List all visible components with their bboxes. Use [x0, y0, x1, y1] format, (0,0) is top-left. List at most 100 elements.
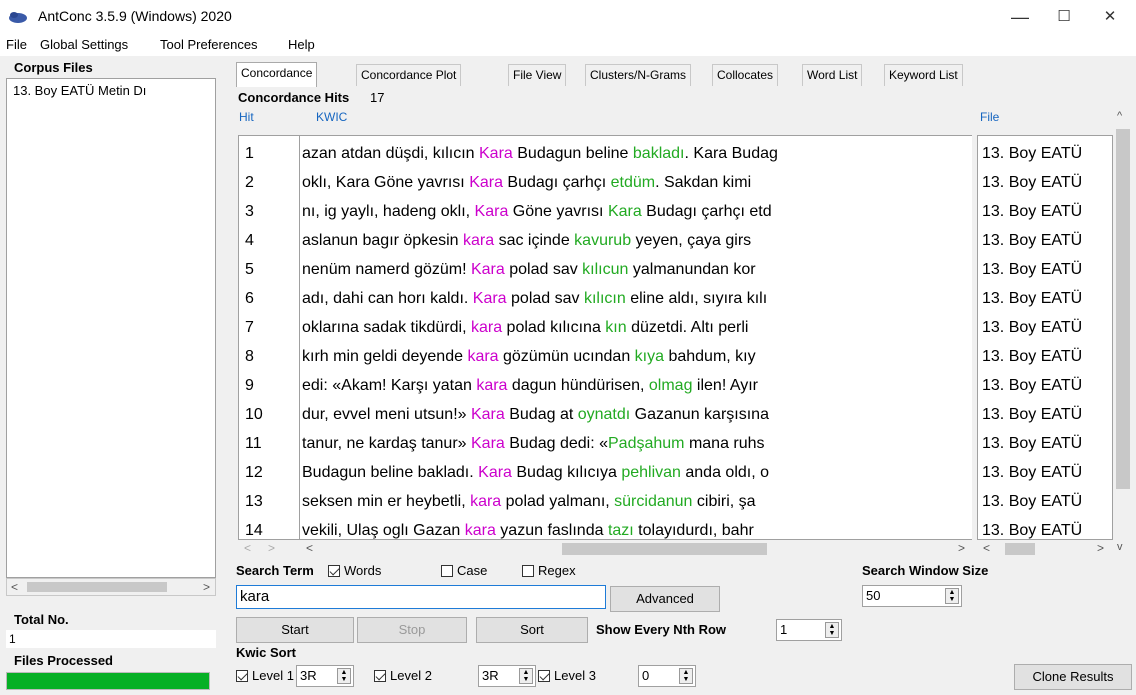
file-name-cell[interactable]: 13. Boy EATÜ — [982, 226, 1082, 255]
hit-number[interactable]: 3 — [245, 197, 254, 226]
tab-word-list[interactable]: Word List — [802, 64, 863, 86]
kwic-keyword[interactable]: kara — [463, 232, 494, 249]
kwic-line[interactable]: oklarına sadak tikdürdi, kara polad kılı… — [302, 313, 970, 342]
scroll-left-icon[interactable]: < — [244, 540, 251, 556]
file-name-cell[interactable]: 13. Boy EATÜ — [982, 255, 1082, 284]
kwic-keyword[interactable]: kara — [471, 319, 502, 336]
hit-column[interactable]: 1 2 3 4 5 6 7 8 9 10 11 12 13 14 — [238, 135, 300, 540]
menu-help[interactable]: Help — [288, 37, 315, 52]
kwic-line[interactable]: oklı, Kara Göne yavrısı Kara Budagı çarh… — [302, 168, 970, 197]
sort-button[interactable]: Sort — [476, 617, 588, 643]
case-checkbox[interactable]: Case — [441, 563, 487, 578]
kwic-keyword[interactable]: Kara — [469, 174, 503, 191]
hit-number[interactable]: 9 — [245, 371, 254, 400]
hit-number[interactable]: 5 — [245, 255, 254, 284]
file-name-cell[interactable]: 13. Boy EATÜ — [982, 313, 1082, 342]
scroll-left-icon[interactable]: < — [983, 540, 990, 556]
checkbox-icon[interactable] — [522, 565, 534, 577]
hit-number[interactable]: 1 — [245, 139, 254, 168]
scroll-thumb[interactable] — [27, 582, 167, 592]
level2-checkbox[interactable]: Level 2 — [374, 668, 432, 683]
scroll-left-icon[interactable]: < — [306, 540, 313, 556]
kwic-line[interactable]: aslanun bagır öpkesin kara sac içinde ka… — [302, 226, 970, 255]
kwic-line[interactable]: tanur, ne kardaş tanur» Kara Budag dedi:… — [302, 429, 970, 458]
corpus-file-item[interactable]: 13. Boy EATÜ Metin Dı — [13, 83, 146, 98]
kwic-line[interactable]: nenüm namerd gözüm! Kara polad sav kılıc… — [302, 255, 970, 284]
menu-global-settings[interactable]: Global Settings — [40, 37, 128, 52]
maximize-button[interactable]: ☐ — [1044, 4, 1084, 30]
tab-file-view[interactable]: File View — [508, 64, 567, 86]
results-vscrollbar[interactable] — [1113, 124, 1133, 554]
kwic-line[interactable]: azan atdan düşdi, kılıcın Kara Budagun b… — [302, 139, 970, 168]
file-name-cell[interactable]: 13. Boy EATÜ — [982, 371, 1082, 400]
hit-number[interactable]: 13 — [245, 487, 263, 516]
file-name-cell[interactable]: 13. Boy EATÜ — [982, 139, 1082, 168]
scroll-up-icon[interactable]: ^ — [1117, 110, 1122, 122]
stop-button[interactable]: Stop — [357, 617, 467, 643]
file-name-cell[interactable]: 13. Boy EATÜ — [982, 487, 1082, 516]
minimize-button[interactable]: — — [1000, 4, 1040, 30]
kwic-line[interactable]: adı, dahi can horı kaldı. Kara polad sav… — [302, 284, 970, 313]
tab-collocates[interactable]: Collocates — [712, 64, 779, 86]
file-name-cell[interactable]: 13. Boy EATÜ — [982, 284, 1082, 313]
search-input[interactable]: kara — [236, 585, 606, 609]
scroll-down-icon[interactable]: v — [1117, 541, 1123, 553]
checkbox-icon[interactable] — [538, 670, 550, 682]
search-window-size-spinner[interactable]: 50 ▲ ▼ — [862, 585, 962, 607]
file-name-cell[interactable]: 13. Boy EATÜ — [982, 458, 1082, 487]
kwic-line[interactable]: dur, evvel meni utsun!» Kara Budag at oy… — [302, 400, 970, 429]
file-name-cell[interactable]: 13. Boy EATÜ — [982, 342, 1082, 371]
kwic-keyword[interactable]: Kara — [471, 435, 505, 452]
kwic-hscrollbar[interactable]: < > — [300, 540, 972, 557]
kwic-keyword[interactable]: Kara — [471, 261, 505, 278]
corpus-list-hscrollbar[interactable]: < > — [6, 578, 216, 596]
kwic-line[interactable]: kırh min geldi deyende kara gözümün ucın… — [302, 342, 970, 371]
kwic-line[interactable]: edi: «Akam! Karşı yatan kara dagun hündü… — [302, 371, 970, 400]
menu-file[interactable]: File — [6, 37, 27, 52]
vscroll-thumb[interactable] — [1116, 129, 1130, 489]
hit-number[interactable]: 11 — [245, 429, 262, 458]
regex-checkbox[interactable]: Regex — [522, 563, 576, 578]
level1-checkbox[interactable]: Level 1 — [236, 668, 294, 683]
hit-number[interactable]: 14 — [245, 516, 263, 539]
hit-number[interactable]: 6 — [245, 284, 254, 313]
scroll-right-icon[interactable]: > — [268, 540, 275, 556]
clone-results-button[interactable]: Clone Results — [1014, 664, 1132, 690]
hit-number[interactable]: 10 — [245, 400, 263, 429]
hit-number[interactable]: 2 — [245, 168, 254, 197]
kwic-line[interactable]: Budagun beline bakladı. Kara Budag kılıc… — [302, 458, 970, 487]
kwic-keyword[interactable]: Kara — [473, 290, 507, 307]
scroll-right-icon[interactable]: > — [203, 579, 210, 595]
file-column-header[interactable]: File — [980, 110, 999, 124]
checkbox-icon[interactable] — [328, 565, 340, 577]
tab-concordance[interactable]: Concordance — [236, 62, 318, 87]
spinner-arrows-icon[interactable]: ▲ ▼ — [519, 668, 533, 684]
kwic-keyword[interactable]: kara — [470, 493, 501, 510]
spinner-arrows-icon[interactable]: ▲ ▼ — [825, 622, 839, 638]
file-hscrollbar[interactable]: < > — [977, 540, 1113, 557]
file-column[interactable]: 13. Boy EATÜ 13. Boy EATÜ 13. Boy EATÜ 13. … — [977, 135, 1113, 540]
level2-spinner[interactable]: 3R ▲ ▼ — [478, 665, 536, 687]
file-name-cell[interactable]: 13. Boy EATÜ — [982, 516, 1082, 539]
kwic-keyword[interactable]: kara — [467, 348, 498, 365]
tab-concordance-plot[interactable]: Concordance Plot — [356, 64, 462, 86]
kwic-keyword[interactable]: kara — [476, 377, 507, 394]
spinner-arrows-icon[interactable]: ▲ ▼ — [679, 668, 693, 684]
checkbox-icon[interactable] — [236, 670, 248, 682]
kwic-line[interactable]: seksen min er heybetli, kara polad yalma… — [302, 487, 970, 516]
level3-spinner[interactable]: 0 ▲ ▼ — [638, 665, 696, 687]
nth-row-spinner[interactable]: 1 ▲ ▼ — [776, 619, 842, 641]
spinner-arrows-icon[interactable]: ▲ ▼ — [945, 588, 959, 604]
scroll-right-icon[interactable]: > — [1097, 540, 1104, 556]
file-name-cell[interactable]: 13. Boy EATÜ — [982, 429, 1082, 458]
file-name-cell[interactable]: 13. Boy EATÜ — [982, 168, 1082, 197]
checkbox-icon[interactable] — [374, 670, 386, 682]
scroll-left-icon[interactable]: < — [11, 579, 18, 595]
close-button[interactable]: ✕ — [1090, 4, 1130, 30]
kwic-keyword[interactable]: Kara — [479, 145, 513, 162]
words-checkbox[interactable]: Words — [328, 563, 381, 578]
menu-tool-preferences[interactable]: Tool Preferences — [160, 37, 258, 52]
kwic-line[interactable]: nı, ig yaylı, hadeng oklı, Kara Göne yav… — [302, 197, 970, 226]
level1-spinner[interactable]: 3R ▲ ▼ — [296, 665, 354, 687]
hit-number[interactable]: 8 — [245, 342, 254, 371]
